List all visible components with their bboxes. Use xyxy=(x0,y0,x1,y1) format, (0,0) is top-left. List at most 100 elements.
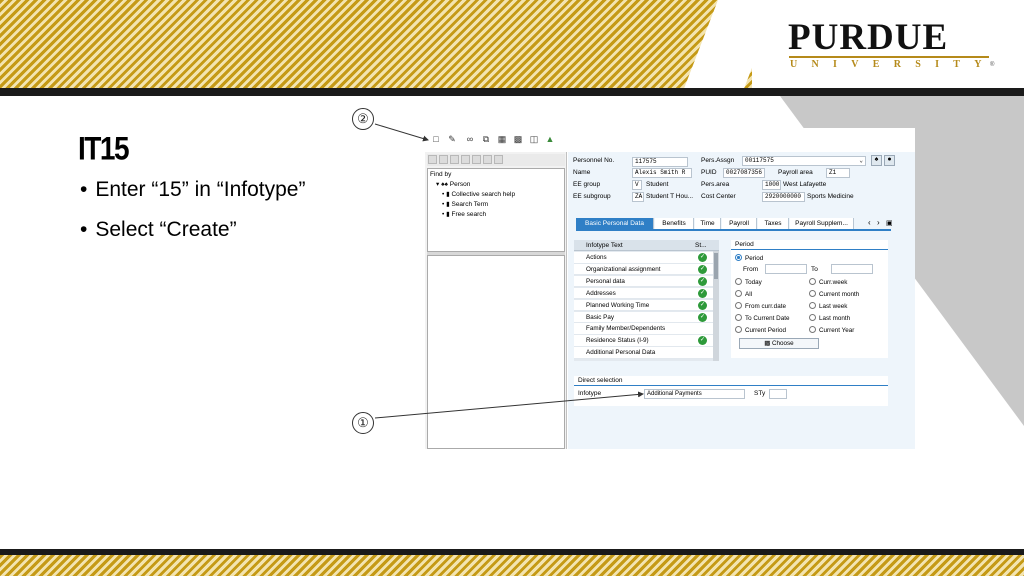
infotype-row-label: Additional Personal Data xyxy=(586,349,656,357)
tab-scroll-right-icon[interactable]: › xyxy=(877,218,880,227)
radio-all[interactable]: All xyxy=(735,290,752,298)
from-label: From xyxy=(743,266,759,273)
overview-icon[interactable]: ▩ xyxy=(513,134,523,144)
infotype-row[interactable]: Additional Personal Data xyxy=(574,347,719,359)
infotype-row[interactable]: Residence Status (I-9) ✓ xyxy=(574,335,719,347)
sty-input[interactable] xyxy=(769,389,787,399)
direct-selection-title: Direct selection xyxy=(578,377,623,384)
radio-period[interactable]: Period xyxy=(735,254,763,262)
infotype-row[interactable]: Planned Working Time ✓ xyxy=(574,299,719,312)
puid-field: 0027087356 xyxy=(723,168,765,178)
binoculars-icon: ▮ xyxy=(446,201,450,208)
tab-scroll-left-icon[interactable]: ‹ xyxy=(868,218,871,227)
instruction-bullet: Enter “15” in “Infotype” xyxy=(80,176,305,216)
to-label: To xyxy=(811,266,818,273)
infotype-row[interactable]: Family Member/Dependents xyxy=(574,323,719,335)
check-green-icon: ✓ xyxy=(698,253,707,262)
radio-from-curr-date[interactable]: From curr.date xyxy=(735,302,786,310)
tree-item-free-search[interactable]: • ▮ Free search xyxy=(442,210,486,218)
infotype-row[interactable]: Addresses ✓ xyxy=(574,287,719,300)
infotype-row[interactable]: Personal data ✓ xyxy=(574,275,719,288)
radio-current-period[interactable]: Current Period xyxy=(735,326,786,334)
delimit-icon[interactable]: ▦ xyxy=(497,134,507,144)
personnel-no-label: Personnel No. xyxy=(573,157,615,164)
infotype-row-label: Addresses xyxy=(586,289,616,297)
choose-button[interactable]: ▩ Choose xyxy=(739,338,819,349)
sap-screenshot: □ ✎ ∞ ⧉ ▦ ▩ ◫ ▲ Find by ▾ ♠♠ Person • ▮ … xyxy=(425,128,915,449)
scrollbar-thumb[interactable] xyxy=(714,253,718,279)
puid-label: PUID xyxy=(701,169,717,176)
change-pencil-icon[interactable]: ✎ xyxy=(447,134,457,144)
sap-toolbar: □ ✎ ∞ ⧉ ▦ ▩ ◫ ▲ xyxy=(425,128,915,152)
tab-time[interactable]: Time xyxy=(695,218,721,229)
period-panel: Period Period From To Today All From cur… xyxy=(731,240,888,358)
radio-current-year[interactable]: Current Year xyxy=(809,326,854,334)
radio-today[interactable]: Today xyxy=(735,278,762,286)
direct-selection-underline xyxy=(574,385,888,386)
tree-item-search-term[interactable]: • ▮ Search Term xyxy=(442,200,488,208)
col-infotype-text: Infotype Text xyxy=(586,242,623,249)
radio-last-month[interactable]: Last month xyxy=(809,314,850,322)
radio-last-week[interactable]: Last week xyxy=(809,302,847,310)
forward-arrow-icon[interactable] xyxy=(439,155,448,164)
infotype-scrollbar[interactable] xyxy=(713,251,719,361)
persons-icon: ♠♠ xyxy=(441,181,448,188)
infotype-row[interactable]: Actions ✓ xyxy=(574,252,719,264)
nav-tool-icon[interactable] xyxy=(472,155,481,164)
back-arrow-icon[interactable] xyxy=(428,155,437,164)
instruction-list: Enter “15” in “Infotype” Select “Create” xyxy=(80,176,305,256)
find-by-label: Find by xyxy=(430,171,452,178)
personnel-no-field[interactable]: 117575 xyxy=(632,157,688,167)
from-date-input[interactable] xyxy=(765,264,807,274)
tab-taxes[interactable]: Taxes xyxy=(758,218,789,229)
check-green-icon: ✓ xyxy=(698,300,707,310)
instruction-bullet: Select “Create” xyxy=(80,216,305,256)
copy-icon[interactable]: ⧉ xyxy=(481,134,491,144)
infotype-table-header: Infotype Text St... xyxy=(574,240,719,251)
tab-basic-personal-data[interactable]: Basic Personal Data xyxy=(576,218,654,229)
find-by-tree: Find by ▾ ♠♠ Person • ▮ Collective searc… xyxy=(427,168,565,252)
check-green-icon: ✓ xyxy=(698,312,707,322)
radio-to-current-date[interactable]: To Current Date xyxy=(735,314,789,322)
infotype-row-label: Basic Pay xyxy=(586,313,614,321)
check-green-icon: ✓ xyxy=(698,336,707,346)
tree-item-collective-search[interactable]: • ▮ Collective search help xyxy=(442,190,515,198)
create-icon[interactable]: □ xyxy=(431,134,441,144)
period-title: Period xyxy=(735,241,754,248)
mountain-image-icon[interactable]: ▲ xyxy=(545,134,555,144)
sty-label: STy xyxy=(754,390,766,397)
infotype-row-label: Actions xyxy=(586,254,607,261)
period-underline xyxy=(731,249,888,250)
infotype-row-label: Organizational assignment xyxy=(586,265,661,273)
nav-toolbar xyxy=(427,154,565,166)
tab-payroll-supplemental[interactable]: Payroll Supplem... xyxy=(790,218,854,229)
pers-assgn-dropdown[interactable]: 00117575 ⌄ xyxy=(742,156,866,166)
tab-benefits[interactable]: Benefits xyxy=(655,218,694,229)
nav-tool-icon[interactable] xyxy=(461,155,470,164)
tree-node-person[interactable]: ▾ ♠♠ Person xyxy=(436,180,470,188)
tab-underline xyxy=(576,229,891,231)
tab-payroll[interactable]: Payroll xyxy=(722,218,757,229)
check-green-icon: ✓ xyxy=(698,264,707,274)
delete-trash-icon[interactable]: ◫ xyxy=(529,134,539,144)
top-black-band xyxy=(0,88,1024,96)
display-glasses-icon[interactable]: ∞ xyxy=(465,134,475,144)
person-icon[interactable]: ● xyxy=(884,155,895,166)
expand-icon[interactable] xyxy=(483,155,492,164)
tab-list-icon[interactable]: ▣ xyxy=(886,219,893,227)
infotype-input[interactable]: Additional Payments xyxy=(644,389,745,399)
ee-subgroup-text: Student T Hou... xyxy=(646,193,694,200)
collapse-icon[interactable] xyxy=(494,155,503,164)
radio-current-month[interactable]: Current month xyxy=(809,290,859,298)
infotype-row[interactable]: Organizational assignment ✓ xyxy=(574,263,719,276)
infotype-row[interactable]: Basic Pay ✓ xyxy=(574,311,719,324)
maintain-hr-master-data: Personnel No. 117575 Pers.Assgn 00117575… xyxy=(568,152,915,449)
binoculars-icon: ▮ xyxy=(446,211,450,218)
to-date-input[interactable] xyxy=(831,264,873,274)
radio-curr-week[interactable]: Curr.week xyxy=(809,278,847,286)
person-group-icon[interactable]: ♠ xyxy=(871,155,882,166)
binoculars-icon: ▮ xyxy=(446,191,450,198)
logo-wordmark: PURDUE xyxy=(788,17,949,58)
infotype-row-label: Planned Working Time xyxy=(586,301,650,309)
nav-tool-icon[interactable] xyxy=(450,155,459,164)
